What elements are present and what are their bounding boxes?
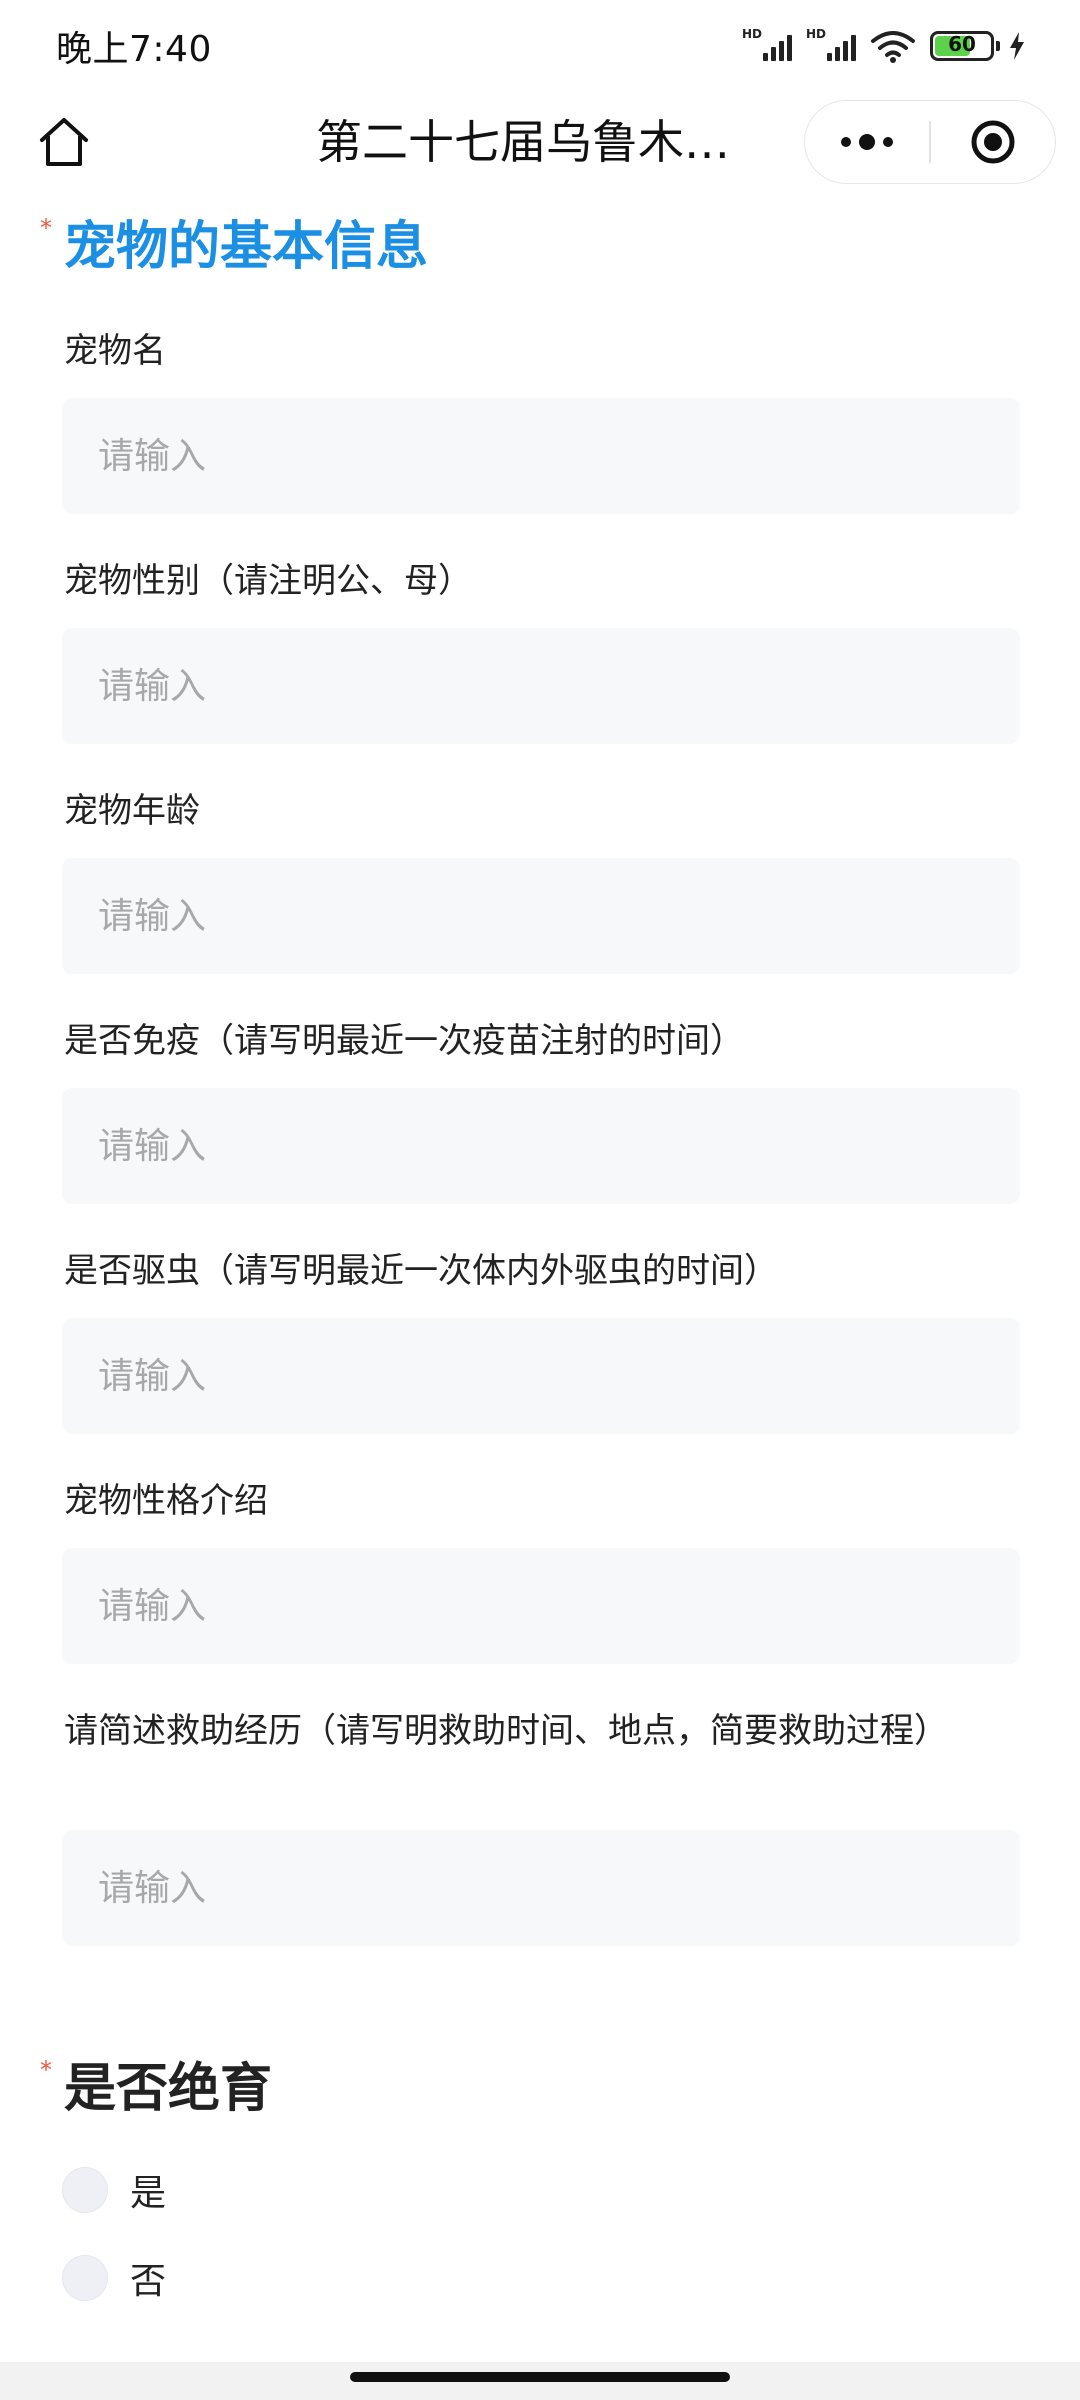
home-indicator[interactable] bbox=[350, 2372, 730, 2382]
nav-bar: 第二十七届乌鲁木齐... bbox=[0, 92, 1080, 192]
section-pet-info-header: * 宠物的基本信息 bbox=[40, 214, 428, 280]
radio-label-yes: 是 bbox=[130, 2173, 167, 2214]
field-label-pet-name: 宠物名 bbox=[64, 331, 166, 371]
page-title: 第二十七届乌鲁木齐... bbox=[316, 115, 766, 169]
more-button[interactable] bbox=[805, 100, 929, 184]
required-mark: * bbox=[40, 214, 52, 242]
status-time: 晚上7:40 bbox=[56, 29, 212, 70]
hd-label: HD bbox=[742, 27, 763, 41]
battery-icon: 60 bbox=[930, 31, 1000, 61]
home-icon bbox=[40, 118, 88, 166]
close-button[interactable] bbox=[931, 100, 1055, 184]
radio-button[interactable] bbox=[62, 2255, 108, 2301]
battery-level: 60 bbox=[948, 32, 976, 56]
field-label-vaccination: 是否免疫（请写明最近一次疫苗注射的时间） bbox=[64, 1021, 744, 1061]
field-label-pet-gender: 宠物性别（请注明公、母） bbox=[64, 561, 472, 601]
status-bar: 晚上7:40 HD HD 60 bbox=[0, 0, 1080, 92]
field-label-pet-age: 宠物年龄 bbox=[64, 791, 200, 831]
hd-label-2: HD bbox=[806, 27, 827, 41]
section-title-neuter: 是否绝育 bbox=[64, 2059, 273, 2119]
radio-button[interactable] bbox=[62, 2167, 108, 2213]
field-label-deworming: 是否驱虫（请写明最近一次体内外驱虫的时间） bbox=[64, 1251, 778, 1291]
pet-gender-input[interactable] bbox=[62, 628, 1020, 744]
target-close-icon bbox=[971, 120, 1015, 164]
vaccination-input[interactable] bbox=[62, 1088, 1020, 1204]
required-mark-2: * bbox=[40, 2056, 52, 2084]
radio-option-yes[interactable]: 是 bbox=[62, 2164, 166, 2216]
wifi-icon bbox=[871, 31, 915, 63]
radio-label-no: 否 bbox=[130, 2261, 167, 2302]
mini-program-capsule bbox=[804, 100, 1056, 184]
radio-option-no[interactable]: 否 bbox=[62, 2252, 166, 2304]
pet-age-input[interactable] bbox=[62, 858, 1020, 974]
field-label-rescue-story: 请简述救助经历（请写明救助时间、地点，简要救助过程） bbox=[64, 1711, 948, 1751]
pet-name-input[interactable] bbox=[62, 398, 1020, 514]
signal-icon: HD bbox=[742, 27, 792, 63]
charging-icon bbox=[1010, 32, 1024, 60]
field-label-personality: 宠物性格介绍 bbox=[64, 1481, 268, 1521]
signal-icon-2: HD bbox=[806, 27, 856, 63]
home-button[interactable] bbox=[32, 110, 96, 174]
rescue-story-input[interactable] bbox=[62, 1830, 1020, 1946]
section-neuter-header: * 是否绝育 bbox=[40, 2056, 272, 2122]
section-title: 宠物的基本信息 bbox=[64, 217, 429, 277]
personality-input[interactable] bbox=[62, 1548, 1020, 1664]
deworming-input[interactable] bbox=[62, 1318, 1020, 1434]
status-icons: HD HD 60 bbox=[742, 27, 1026, 63]
